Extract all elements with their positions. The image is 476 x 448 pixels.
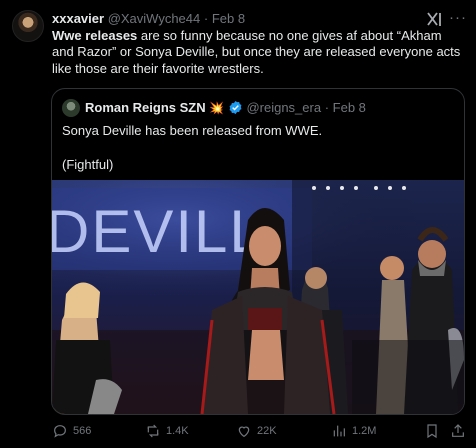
share-button[interactable]: [450, 422, 466, 440]
repost-button[interactable]: 1.4K: [145, 422, 189, 440]
reply-icon: [54, 425, 66, 438]
verified-badge-icon: [229, 100, 242, 115]
photo-banner-text: DEVILL: [52, 198, 265, 265]
quoted-text-line: Sonya Deville has been released from WWE…: [62, 123, 323, 138]
tweet-text-bold: Wwe releases: [52, 28, 138, 43]
repost-icon: [147, 424, 159, 438]
more-icon[interactable]: ···: [449, 9, 467, 26]
repost-count: 1.4K: [166, 425, 189, 437]
wrestler-entrance-photo: DEVILL: [52, 180, 464, 414]
quoted-tweet-text: Sonya Deville has been released from WWE…: [62, 122, 452, 173]
author-name[interactable]: xxxavier: [52, 11, 104, 26]
like-button[interactable]: 22K: [236, 422, 277, 440]
quoted-author-avatar[interactable]: [62, 99, 80, 117]
like-icon: [238, 426, 250, 438]
reply-button[interactable]: 566: [52, 422, 91, 440]
bookmark-icon: [427, 424, 437, 439]
reply-count: 566: [73, 425, 92, 437]
tweet-date[interactable]: Feb 8: [212, 11, 245, 26]
quoted-tweet-header: Roman Reigns SZN 💥 @reigns_era · Feb 8: [85, 99, 366, 117]
bookmark-button[interactable]: [424, 422, 440, 440]
quoted-author-handle[interactable]: @reigns_era: [246, 100, 321, 115]
quoted-text-source: (Fightful): [62, 157, 114, 172]
author-avatar[interactable]: [12, 10, 44, 42]
like-count: 22K: [257, 425, 277, 437]
grok-icon[interactable]: [425, 10, 445, 30]
share-icon: [452, 424, 464, 437]
header-separator: ·: [203, 11, 209, 26]
quoted-tweet-date[interactable]: Feb 8: [333, 100, 366, 115]
quoted-tweet[interactable]: Roman Reigns SZN 💥 @reigns_era · Feb 8 S…: [51, 88, 465, 415]
tweet-header: xxxavier @XaviWyche44 · Feb 8: [52, 11, 245, 27]
views-button[interactable]: 1.2M: [331, 422, 376, 440]
author-handle[interactable]: @XaviWyche44: [108, 11, 201, 26]
tweet[interactable]: xxxavier @XaviWyche44 · Feb 8 ··· Wwe re…: [0, 0, 476, 448]
quoted-tweet-photo[interactable]: DEVILL: [52, 180, 464, 414]
tweet-text: Wwe releases are so funny because no one…: [52, 28, 462, 77]
quoted-author-name[interactable]: Roman Reigns SZN: [85, 100, 206, 115]
action-bar: 566 1.4K 22K 1.2M: [0, 422, 476, 440]
views-count: 1.2M: [352, 425, 377, 437]
explosion-emoji-icon: 💥: [209, 101, 225, 115]
quoted-header-separator: ·: [324, 100, 330, 115]
views-icon: [333, 425, 345, 437]
